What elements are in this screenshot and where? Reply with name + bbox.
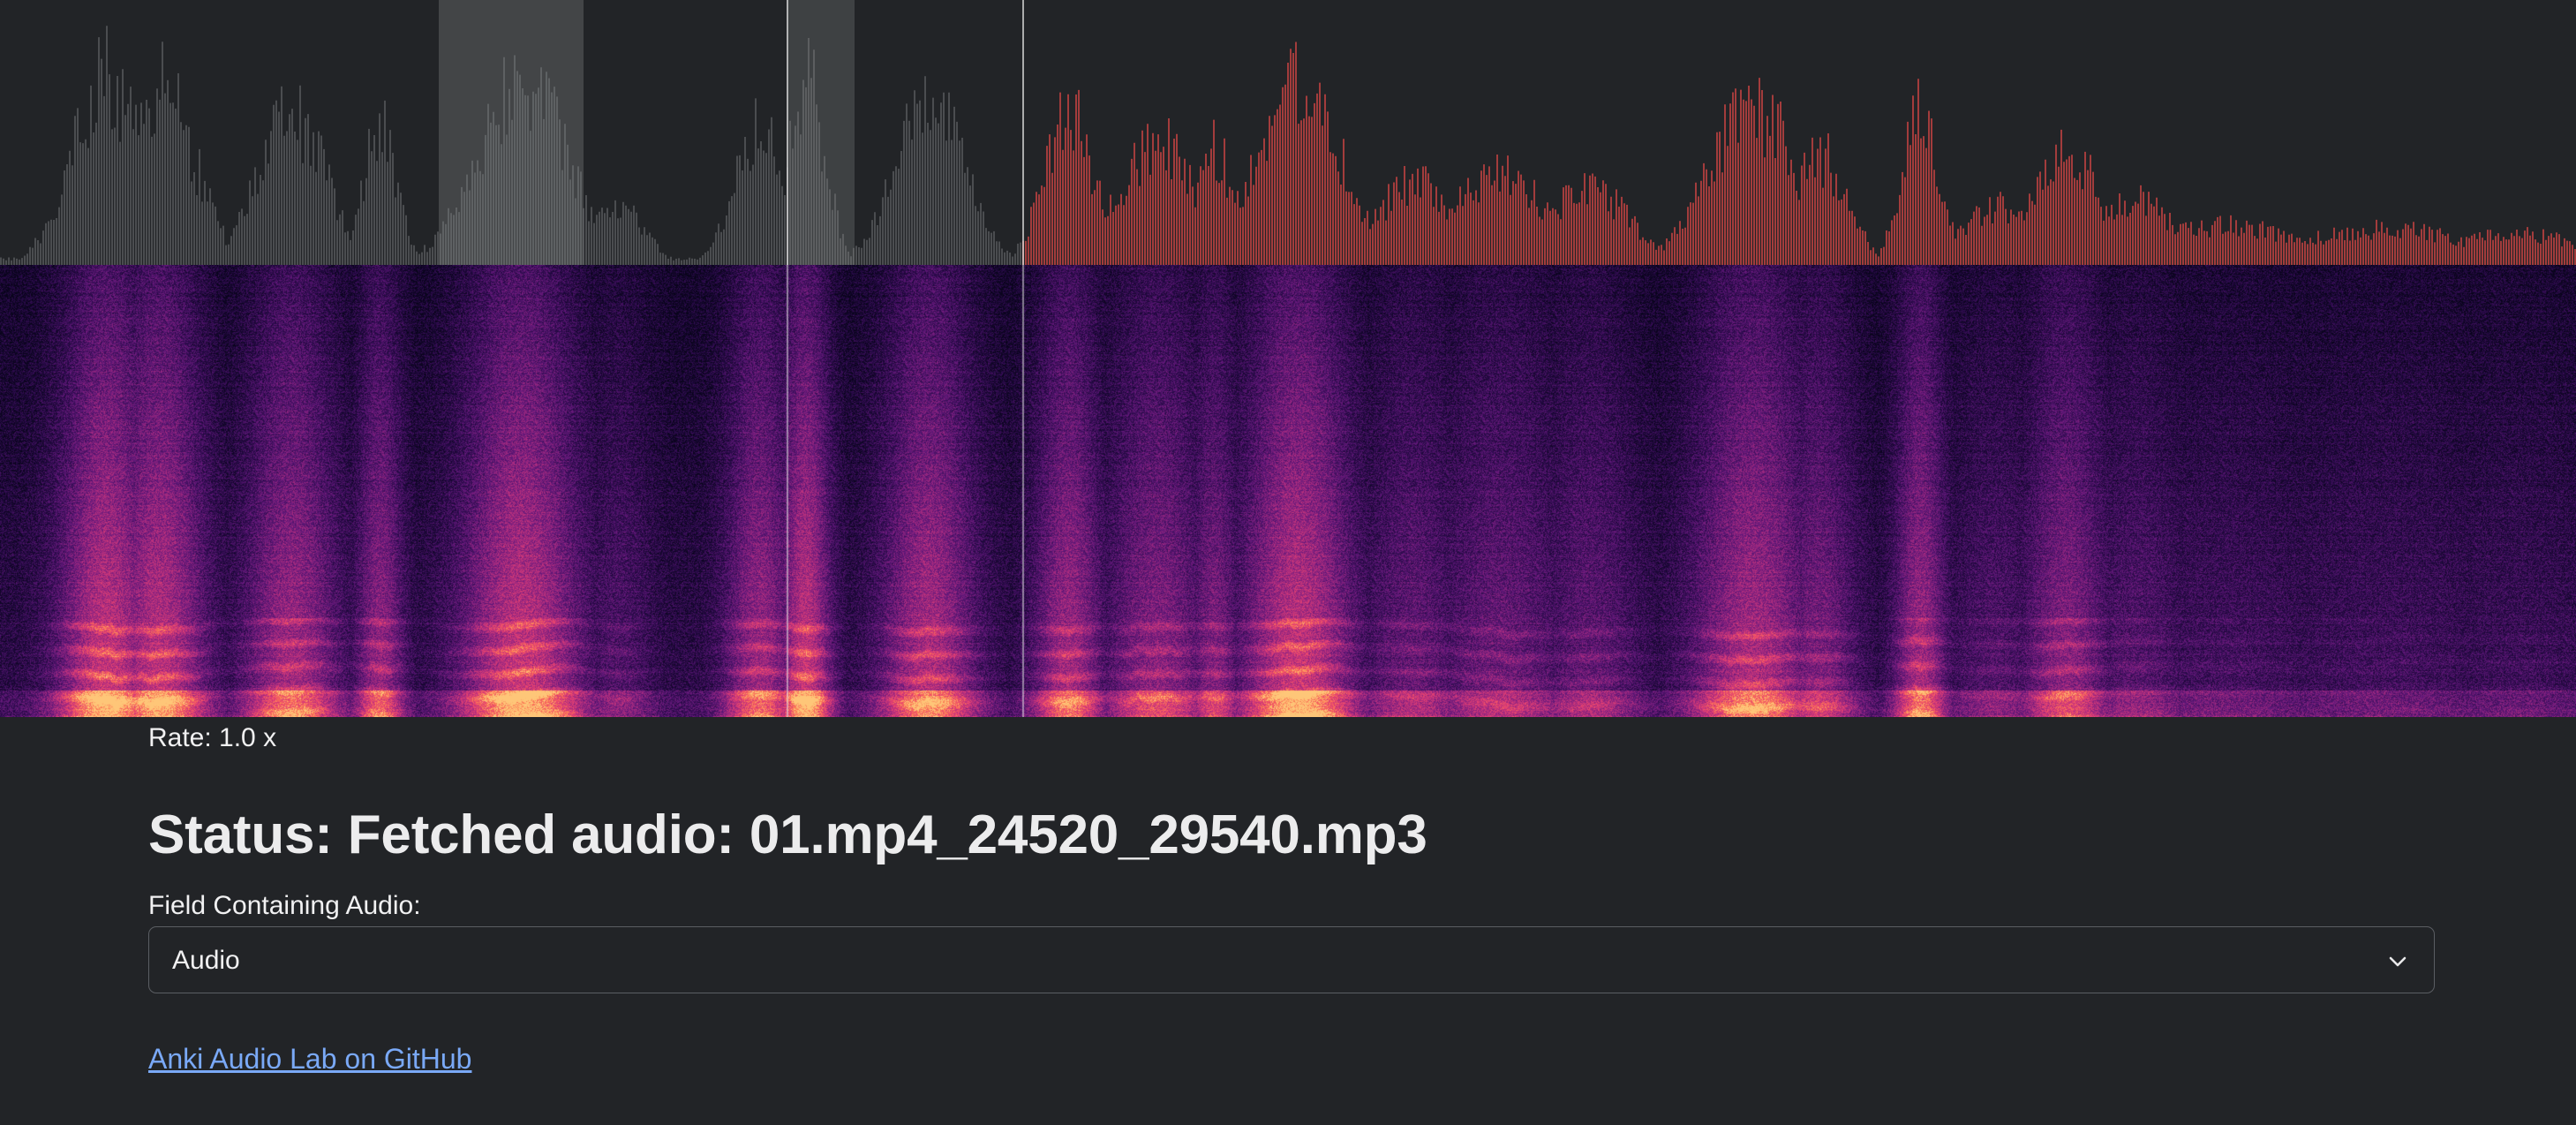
waveform[interactable] <box>0 0 2576 265</box>
audio-field-select[interactable]: Audio <box>148 926 2435 993</box>
github-link[interactable]: Anki Audio Lab on GitHub <box>148 1042 2435 1076</box>
audio-field-select-value: Audio <box>172 946 240 975</box>
field-select-label: Field Containing Audio: <box>148 891 421 920</box>
spectrogram[interactable] <box>0 265 2576 717</box>
audio-visualizer[interactable] <box>0 0 2576 717</box>
audio-lab-app: Rate: 1.0 x Status: Fetched audio: 01.mp… <box>0 0 2576 1125</box>
playback-rate-label: Rate: 1.0 x <box>148 723 277 752</box>
chevron-down-icon <box>2384 948 2411 975</box>
status-heading: Status: Fetched audio: 01.mp4_24520_2954… <box>148 804 1427 865</box>
